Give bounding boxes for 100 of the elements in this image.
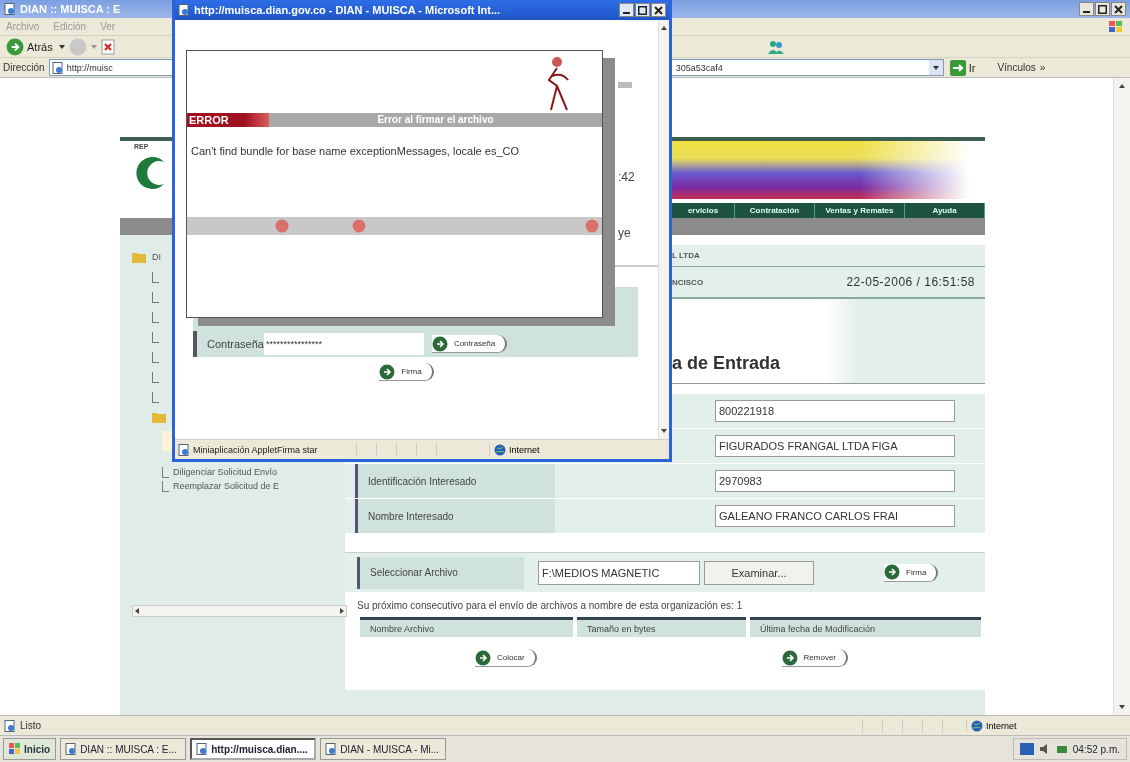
error-title: Error al firmar el archivo [376, 113, 495, 127]
close-button[interactable] [1111, 2, 1126, 16]
input-field[interactable]: 800221918 [715, 400, 955, 422]
maximize-icon [1098, 4, 1107, 14]
field-label: Seleccionar Archivo [357, 556, 524, 589]
vertical-scrollbar[interactable] [658, 20, 669, 439]
column-header: Última fecha de Modificación [749, 617, 981, 637]
tree-connector [152, 311, 159, 323]
status-text: Listo [20, 720, 42, 731]
sign-button[interactable]: Firma [379, 363, 434, 381]
minimize-icon [1083, 10, 1090, 13]
tree-connector [152, 391, 159, 403]
url-text: 305a53caf4 [675, 62, 723, 73]
scroll-arrow-icon[interactable] [338, 607, 346, 615]
tree-item[interactable]: Reemplazar Solicitud de E [173, 481, 280, 491]
taskbar-button[interactable]: http://muisca.dian.... [190, 738, 317, 760]
restore-button[interactable] [1095, 2, 1110, 16]
page-icon [196, 743, 209, 755]
globe-icon [971, 719, 983, 732]
address-label: Dirección [3, 62, 45, 73]
password-button[interactable]: Contraseña [431, 335, 508, 353]
folder-icon [132, 251, 146, 263]
error-message: Can't find bundle for base name exceptionMessages, locale es_CO [190, 144, 520, 159]
zone-text: Internet [509, 444, 540, 455]
window-title: DIAN :: MUISCA : E [20, 3, 121, 15]
user-name: NCISCO [672, 277, 704, 287]
page-icon [178, 443, 190, 456]
input-field[interactable]: 2970983 [715, 470, 955, 492]
page-icon [4, 719, 16, 732]
tree-connector [152, 371, 159, 383]
close-icon [654, 5, 663, 15]
people-icon[interactable] [766, 38, 785, 55]
arrow-circle-icon [781, 649, 798, 666]
action-button[interactable]: Colocar [475, 649, 537, 667]
small-bar-icon [618, 82, 632, 88]
back-button[interactable]: Atrás [4, 36, 55, 57]
page-icon [178, 4, 190, 16]
horizontal-scrollbar[interactable] [132, 605, 347, 617]
minimize-button[interactable] [1079, 2, 1094, 16]
links-label[interactable]: Vínculos [997, 62, 1036, 73]
password-field[interactable]: **************** [263, 333, 424, 355]
field-label: Nombre Interesado [355, 499, 555, 533]
minimize-button[interactable] [619, 3, 634, 17]
close-icon [1114, 4, 1123, 14]
company-name: L LTDA [672, 251, 700, 260]
dropdown-caret-icon[interactable] [928, 60, 943, 75]
tree-connector [152, 351, 159, 363]
vertical-scrollbar[interactable] [1113, 78, 1130, 715]
minimize-icon [623, 11, 630, 14]
close-button[interactable] [651, 3, 666, 17]
tree-item[interactable]: DI [152, 252, 161, 262]
text-fragment: ye [618, 226, 631, 240]
info-text: Su próximo consecutivo para el envío de archivos a nombre de esta organización es: 1 [356, 600, 744, 611]
go-button[interactable]: Ir [947, 57, 978, 78]
text-fragment: :42 [618, 170, 635, 184]
scroll-arrow-icon[interactable] [660, 427, 668, 435]
tree-connector [152, 291, 159, 303]
taskbar-button[interactable]: DIAN :: MUISCA : E... [60, 738, 187, 760]
clock: 04:52 p.m. [1072, 743, 1120, 755]
caret-icon[interactable] [58, 44, 65, 49]
sign-button[interactable]: Firma [884, 563, 939, 582]
url-text: http://muisc [66, 62, 113, 73]
date-time: 22-05-2006 / 16:51:58 [846, 275, 975, 289]
arrow-circle-icon [431, 335, 448, 352]
arrow-circle-icon [475, 649, 491, 666]
windows-logo-icon [9, 743, 21, 755]
error-label: ERROR [187, 113, 269, 127]
column-header: Nombre Archivo [360, 617, 573, 637]
file-path-field[interactable]: F:\MEDIOS MAGNETIC [538, 560, 700, 585]
page-icon [325, 743, 338, 755]
taskbar-button[interactable]: DIAN - MUISCA - Mi... [320, 738, 447, 760]
links-more[interactable]: » [1039, 62, 1046, 73]
maximize-button[interactable] [635, 3, 650, 17]
tree-connector [152, 271, 159, 283]
zone-text: Internet [986, 720, 1017, 731]
globe-icon [494, 443, 506, 456]
input-field[interactable]: FIGURADOS FRANGAL LTDA FIGA [715, 435, 955, 457]
maximize-icon [638, 5, 647, 15]
page-icon [4, 3, 16, 15]
input-field[interactable]: GALEANO FRANCO CARLOS FRAI [715, 505, 955, 527]
folder-icon [152, 411, 166, 423]
tree-connector [162, 466, 169, 478]
scroll-arrow-icon[interactable] [660, 24, 668, 32]
scroll-arrow-icon[interactable] [1118, 82, 1126, 90]
stop-icon[interactable] [100, 38, 115, 55]
tree-connector [162, 480, 169, 492]
scroll-arrow-icon[interactable] [1118, 703, 1126, 711]
password-label: Contraseña [207, 338, 264, 350]
start-button[interactable]: Inicio [3, 738, 57, 760]
page-heading: a de Entrada [672, 353, 781, 374]
popup-title: http://muisca.dian.gov.co - DIAN - MUISCA - Microsoft Int... [194, 4, 501, 16]
tree-connector [152, 331, 159, 343]
action-button[interactable]: Remover [781, 649, 849, 667]
browse-button[interactable]: Examinar... [704, 560, 814, 585]
windows-logo-icon [1108, 19, 1124, 34]
status-text: Miniaplicación AppletFirma star [193, 444, 319, 455]
tree-item[interactable]: Diligenciar Solicitud Envío [173, 467, 278, 477]
field-label: Identificación Interesado [355, 464, 555, 498]
column-header: Tamaño en bytes [576, 617, 746, 637]
scroll-arrow-icon[interactable] [133, 607, 141, 615]
